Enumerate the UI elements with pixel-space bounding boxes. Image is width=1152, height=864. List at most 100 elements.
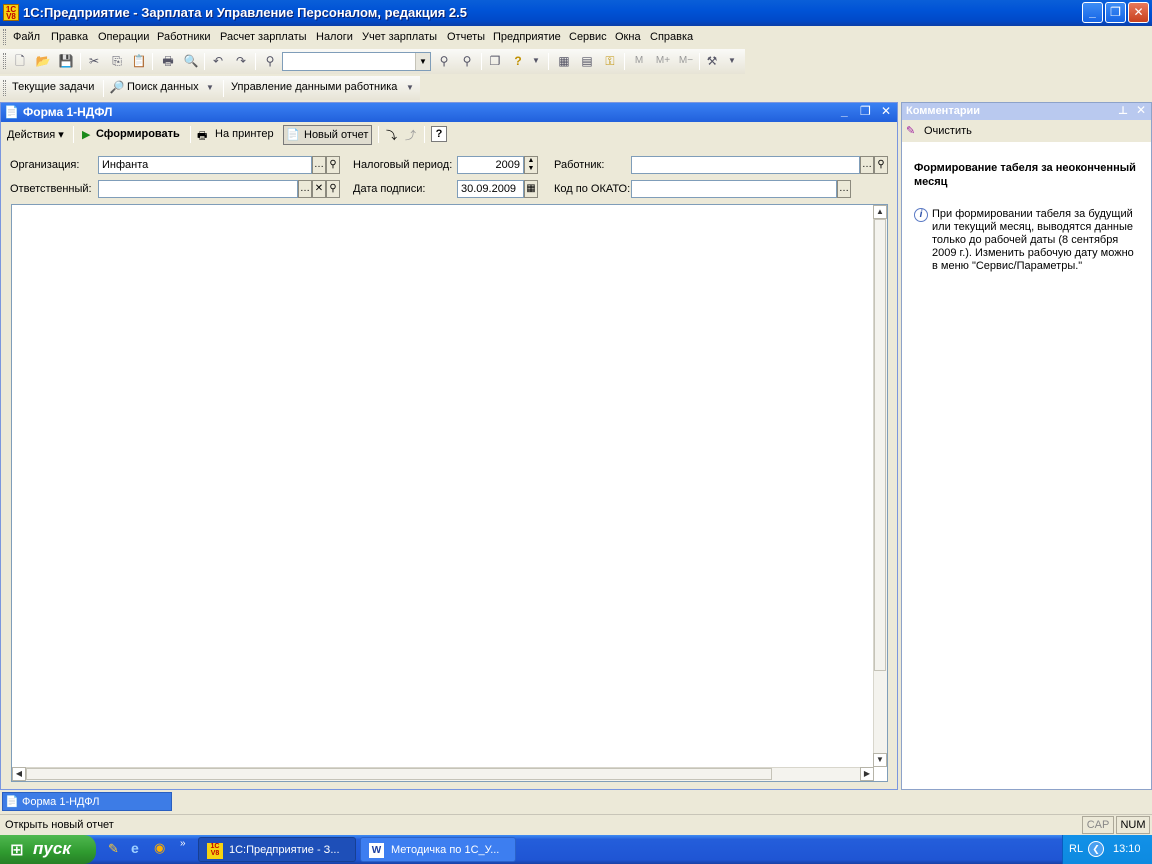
print-preview-icon[interactable]: 🔍 bbox=[183, 53, 199, 69]
search-combo[interactable]: ▼ bbox=[282, 52, 431, 71]
employee-select-button[interactable]: … bbox=[860, 156, 874, 174]
toolbar-separator bbox=[378, 126, 379, 143]
report-spreadsheet[interactable]: ▲ ▼ ◀ ▶ bbox=[11, 204, 888, 782]
paste-icon[interactable]: 📋 bbox=[131, 53, 147, 69]
window-tab-form[interactable]: 📄 Форма 1-НДФЛ bbox=[2, 792, 172, 811]
find-next-icon[interactable]: ⚲ bbox=[459, 53, 475, 69]
vertical-scroll-thumb[interactable] bbox=[874, 219, 886, 671]
memory-m-icon[interactable]: M bbox=[631, 53, 647, 69]
organization-open-icon[interactable]: ⚲ bbox=[326, 156, 340, 174]
menu-employees[interactable]: Работники bbox=[157, 31, 210, 43]
chevron-down-icon[interactable]: ▼ bbox=[528, 53, 544, 69]
search-data-button[interactable]: Поиск данных bbox=[127, 81, 199, 93]
responsible-clear-icon[interactable]: ✕ bbox=[312, 180, 326, 198]
new-document-icon[interactable]: 🗋 bbox=[12, 53, 28, 69]
toolbar-separator bbox=[624, 53, 625, 70]
menu-help[interactable]: Справка bbox=[650, 31, 693, 43]
sign-date-field[interactable]: 30.09.2009 bbox=[457, 180, 524, 198]
start-button[interactable]: ⊞ пуск bbox=[0, 835, 96, 864]
quicklaunch-more-icon[interactable]: » bbox=[180, 838, 186, 849]
1c-help-icon[interactable]: ? bbox=[510, 53, 526, 69]
find-binoculars-icon[interactable]: ⚲ bbox=[262, 53, 278, 69]
scroll-right-button[interactable]: ▶ bbox=[860, 767, 874, 781]
scroll-down-button[interactable]: ▼ bbox=[873, 753, 887, 767]
scroll-left-button[interactable]: ◀ bbox=[12, 767, 26, 781]
save-icon[interactable]: 💾 bbox=[58, 53, 74, 69]
menu-service[interactable]: Сервис bbox=[569, 31, 607, 43]
memory-plus-icon[interactable]: M+ bbox=[653, 53, 673, 69]
tools-icon[interactable]: ⚒ bbox=[704, 53, 720, 69]
find-previous-icon[interactable]: ⚲ bbox=[436, 53, 452, 69]
new-report-label: Новый отчет bbox=[304, 129, 369, 141]
form-close-button[interactable]: ✕ bbox=[881, 104, 891, 118]
okato-field[interactable] bbox=[631, 180, 837, 198]
window-tabs-bar: 📄 Форма 1-НДФЛ bbox=[0, 791, 1152, 813]
copy-icon[interactable]: ⎘ bbox=[109, 53, 125, 69]
horizontal-scroll-thumb[interactable] bbox=[26, 768, 772, 780]
responsible-field[interactable] bbox=[98, 180, 298, 198]
menu-taxes[interactable]: Налоги bbox=[316, 31, 353, 43]
toolbar-separator bbox=[255, 53, 256, 70]
cut-icon[interactable]: ✂ bbox=[86, 53, 102, 69]
okato-select-button[interactable]: … bbox=[837, 180, 851, 198]
calculator-icon[interactable]: ▦ bbox=[556, 53, 572, 69]
pin-icon[interactable]: ⊥ bbox=[1118, 104, 1128, 117]
print-icon[interactable]: 🖶 bbox=[160, 53, 176, 69]
chevron-down-icon[interactable]: ▼ bbox=[415, 53, 430, 70]
employee-field[interactable] bbox=[631, 156, 860, 174]
menu-operations[interactable]: Операции bbox=[98, 31, 149, 43]
clear-button[interactable]: Очистить bbox=[924, 125, 972, 137]
scroll-up-button[interactable]: ▲ bbox=[873, 205, 887, 219]
menu-payroll[interactable]: Расчет зарплаты bbox=[220, 31, 307, 43]
chevron-down-icon[interactable]: ▼ bbox=[402, 80, 418, 96]
tax-period-field[interactable]: 2009 bbox=[457, 156, 524, 174]
taskbar-button-1c[interactable]: 1C V8 1С:Предприятие - З... bbox=[198, 837, 356, 862]
expand-icon[interactable]: ⤵ bbox=[386, 127, 397, 143]
menu-salary-accounting[interactable]: Учет зарплаты bbox=[362, 31, 437, 43]
calendar-icon[interactable]: ▦ bbox=[524, 180, 538, 198]
help-button[interactable]: ? bbox=[431, 126, 447, 142]
memory-minus-icon[interactable]: M− bbox=[676, 53, 696, 69]
current-tasks-button[interactable]: Текущие задачи bbox=[12, 81, 94, 93]
maximize-button[interactable]: ❐ bbox=[1105, 2, 1126, 23]
internet-explorer-icon[interactable]: e bbox=[131, 840, 139, 856]
form-minimize-button[interactable]: _ bbox=[841, 104, 848, 118]
employee-open-icon[interactable]: ⚲ bbox=[874, 156, 888, 174]
menu-file[interactable]: Файл bbox=[13, 31, 40, 43]
minimize-button[interactable]: _ bbox=[1082, 2, 1103, 23]
windows-icon[interactable]: ❐ bbox=[487, 53, 503, 69]
horizontal-scrollbar[interactable]: ◀ ▶ bbox=[12, 767, 874, 781]
menu-reports[interactable]: Отчеты bbox=[447, 31, 485, 43]
comments-close-icon[interactable]: ✕ bbox=[1136, 103, 1146, 117]
chevron-down-icon[interactable]: ▼ bbox=[724, 53, 740, 69]
generate-button[interactable]: Сформировать bbox=[96, 128, 180, 140]
language-indicator[interactable]: RL bbox=[1069, 843, 1083, 855]
tray-collapse-icon[interactable]: ❮ bbox=[1088, 841, 1104, 857]
responsible-open-icon[interactable]: ⚲ bbox=[326, 180, 340, 198]
form-restore-button[interactable]: ❐ bbox=[860, 104, 871, 118]
tax-period-spinner[interactable]: ▲ ▼ bbox=[524, 156, 538, 174]
menu-windows[interactable]: Окна bbox=[615, 31, 641, 43]
calendar-icon[interactable]: ▤ bbox=[579, 53, 595, 69]
media-player-icon[interactable]: ◉ bbox=[154, 840, 165, 856]
collapse-icon[interactable]: ⤴ bbox=[405, 127, 416, 143]
close-button[interactable]: ✕ bbox=[1128, 2, 1149, 23]
actions-menu[interactable]: Действия ▾ bbox=[7, 128, 64, 141]
quicklaunch-tool-icon[interactable]: ✎ bbox=[108, 841, 119, 857]
organization-select-button[interactable]: … bbox=[312, 156, 326, 174]
menu-enterprise[interactable]: Предприятие bbox=[493, 31, 561, 43]
new-report-button[interactable]: 📄 Новый отчет bbox=[283, 125, 372, 145]
user-key-icon[interactable]: ⚿ bbox=[602, 53, 618, 69]
undo-icon[interactable]: ↶ bbox=[210, 53, 226, 69]
responsible-select-button[interactable]: … bbox=[298, 180, 312, 198]
redo-icon[interactable]: ↷ bbox=[233, 53, 249, 69]
vertical-scrollbar[interactable]: ▲ ▼ bbox=[873, 205, 887, 767]
employee-data-button[interactable]: Управление данными работника bbox=[231, 81, 397, 93]
menu-edit[interactable]: Правка bbox=[51, 31, 88, 43]
taskbar-button-word[interactable]: W Методичка по 1С_У... bbox=[360, 837, 516, 862]
organization-field[interactable]: Инфанта bbox=[98, 156, 312, 174]
open-folder-icon[interactable]: 📂 bbox=[35, 53, 51, 69]
print-button[interactable]: На принтер bbox=[215, 128, 274, 140]
chevron-down-icon[interactable]: ▼ bbox=[202, 80, 218, 96]
search-data-icon: 🔎 bbox=[109, 80, 125, 94]
